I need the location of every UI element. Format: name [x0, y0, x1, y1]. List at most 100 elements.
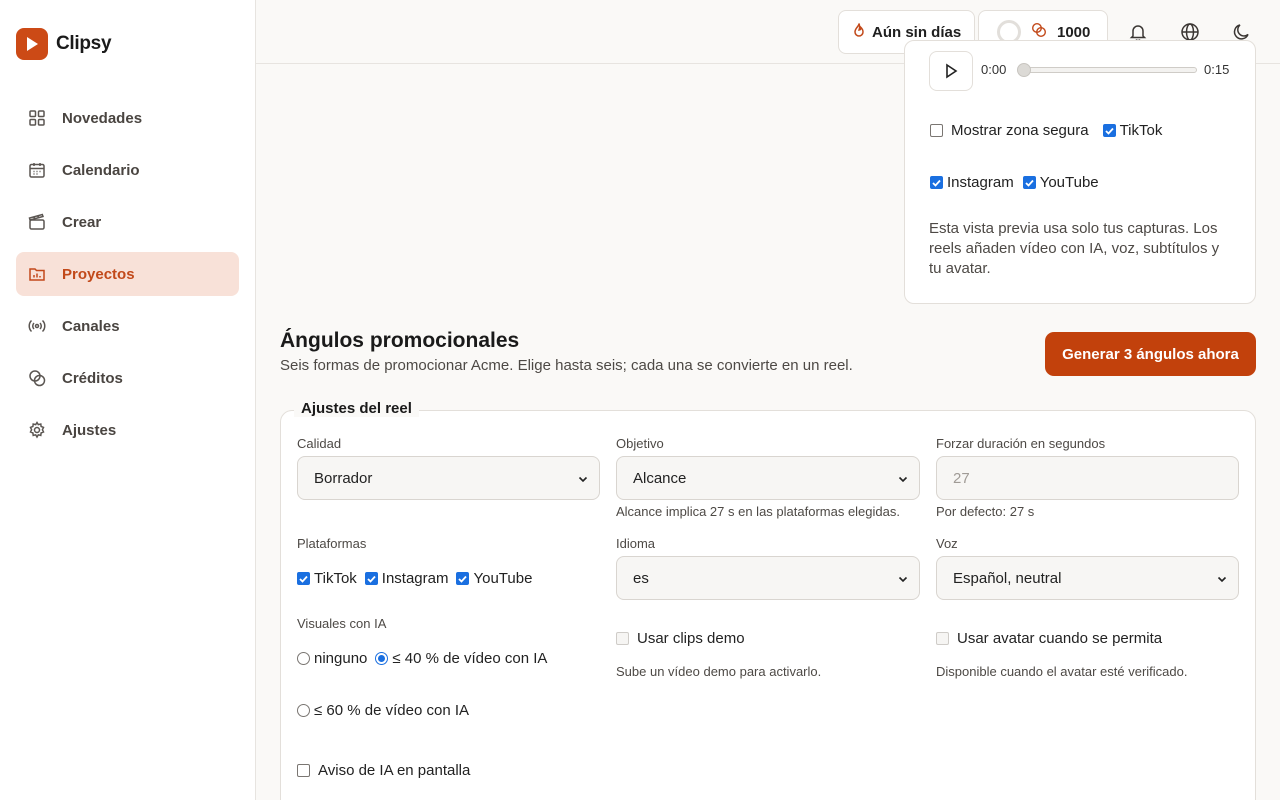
- platforms-group: TikTok Instagram YouTube: [297, 570, 540, 587]
- play-button[interactable]: [929, 51, 973, 91]
- checkbox-box[interactable]: [456, 572, 470, 585]
- platform-option-instagram[interactable]: Instagram: [364, 570, 449, 587]
- avatar-hint: Disponible cuando el avatar esté verific…: [936, 664, 1188, 679]
- ai-visuals-group-row2: ≤ 60 % de vídeo con IA: [297, 702, 477, 719]
- generate-angles-button[interactable]: Generar 3 ángulos ahora: [1045, 332, 1256, 376]
- checkbox-box[interactable]: [297, 572, 310, 585]
- preview-instagram-checkbox[interactable]: [930, 176, 943, 189]
- safe-zone-checkbox[interactable]: Mostrar zona segura TikTok: [930, 122, 1162, 139]
- time-current: 0:00: [981, 62, 1007, 77]
- chevron-down-icon: [578, 476, 588, 483]
- app-logo[interactable]: Clipsy: [16, 28, 112, 60]
- platform-option-tiktok[interactable]: TikTok: [297, 570, 357, 587]
- sidebar-item-canales[interactable]: Canales: [16, 304, 239, 348]
- voice-value: Español, neutral: [953, 569, 1062, 587]
- sidebar-item-novedades[interactable]: Novedades: [16, 96, 239, 140]
- language-label: Idioma: [616, 536, 656, 551]
- quality-value: Borrador: [314, 469, 373, 487]
- ai-notice-checkbox[interactable]: Aviso de IA en pantalla: [297, 762, 470, 779]
- duration-hint: Por defecto: 27 s: [936, 504, 1035, 519]
- sidebar-item-proyectos[interactable]: Proyectos: [16, 252, 239, 296]
- checkbox-box[interactable]: [616, 632, 629, 645]
- sidebar-item-label: Calendario: [62, 161, 140, 179]
- grid-icon: [28, 109, 46, 127]
- language-value: es: [633, 569, 649, 587]
- section-subtitle: Seis formas de promocionar Acme. Elige h…: [280, 357, 853, 374]
- ai-visuals-group: ninguno ≤ 40 % de vídeo con IA: [297, 650, 555, 667]
- coins-icon: [28, 369, 46, 387]
- preview-youtube-checkbox[interactable]: [1022, 176, 1036, 189]
- checkbox-box[interactable]: [936, 632, 949, 645]
- voice-select[interactable]: Español, neutral: [936, 556, 1239, 600]
- checkbox-label: Instagram: [381, 570, 449, 587]
- duration-input[interactable]: 27: [936, 456, 1239, 500]
- objective-hint: Alcance implica 27 s en las plataformas …: [616, 504, 900, 519]
- streak-label: Aún sin días: [872, 23, 962, 41]
- platform-option-youtube[interactable]: YouTube: [456, 570, 532, 587]
- ai-visuals-option-40[interactable]: ≤ 40 % de vídeo con IA: [375, 650, 547, 667]
- sidebar-item-label: Novedades: [62, 109, 143, 127]
- sidebar-item-crear[interactable]: Crear: [16, 200, 239, 244]
- checkbox-label: Usar clips demo: [637, 630, 745, 647]
- sidebar-item-label: Canales: [62, 317, 120, 335]
- radio-label: ninguno: [314, 650, 368, 667]
- chevron-down-icon: [898, 476, 908, 483]
- checkbox-label: TikTok: [1119, 122, 1163, 139]
- checkbox-label: Instagram: [947, 174, 1014, 191]
- voice-label: Voz: [936, 536, 958, 551]
- sidebar: Clipsy Novedades Calendario Crear Proyec…: [0, 0, 256, 800]
- play-logo-icon: [16, 28, 48, 60]
- duration-placeholder: 27: [953, 469, 970, 487]
- preview-tiktok-checkbox[interactable]: [1102, 124, 1116, 137]
- gear-icon: [28, 421, 46, 439]
- radio-circle[interactable]: [375, 652, 389, 665]
- objective-select[interactable]: Alcance: [616, 456, 920, 500]
- platforms-label: Plataformas: [297, 536, 367, 551]
- checkbox-label: Usar avatar cuando se permita: [957, 630, 1163, 647]
- language-select[interactable]: es: [616, 556, 920, 600]
- reel-settings-legend: Ajustes del reel: [294, 400, 419, 417]
- sidebar-item-label: Proyectos: [62, 265, 135, 283]
- avatar-checkbox[interactable]: Usar avatar cuando se permita: [936, 630, 1162, 647]
- app-name: Clipsy: [56, 33, 112, 54]
- folder-chart-icon: [28, 265, 46, 283]
- checkbox-label: YouTube: [473, 570, 533, 587]
- sidebar-nav: Novedades Calendario Crear Proyectos Can…: [16, 96, 239, 460]
- radio-circle[interactable]: [297, 652, 310, 665]
- seek-thumb[interactable]: [1017, 63, 1031, 77]
- time-total: 0:15: [1204, 62, 1230, 77]
- ai-visuals-option-60[interactable]: ≤ 60 % de vídeo con IA: [297, 702, 469, 719]
- radio-circle[interactable]: [297, 704, 310, 717]
- radio-label: ≤ 60 % de vídeo con IA: [314, 702, 469, 719]
- preview-card: 0:00 0:15 Mostrar zona segura TikTok Ins…: [904, 40, 1256, 304]
- demo-clips-hint: Sube un vídeo demo para activarlo.: [616, 664, 822, 679]
- preview-note: Esta vista previa usa solo tus capturas.…: [929, 220, 1220, 277]
- checkbox-label: YouTube: [1039, 174, 1099, 191]
- chevron-down-icon: [1217, 576, 1227, 583]
- checkbox-box[interactable]: [364, 572, 378, 585]
- broadcast-icon: [28, 317, 46, 335]
- quality-select[interactable]: Borrador: [297, 456, 600, 500]
- objective-label: Objetivo: [616, 436, 664, 451]
- sidebar-item-calendario[interactable]: Calendario: [16, 148, 239, 192]
- ai-visuals-option-none[interactable]: ninguno: [297, 650, 367, 667]
- demo-clips-checkbox[interactable]: Usar clips demo: [616, 630, 745, 647]
- sidebar-item-label: Créditos: [62, 369, 123, 387]
- coins-icon: [1031, 22, 1047, 42]
- seek-slider[interactable]: [1017, 63, 1197, 77]
- checkbox-box[interactable]: [297, 764, 310, 777]
- objective-value: Alcance: [633, 469, 687, 487]
- checkbox-label: Mostrar zona segura: [951, 122, 1089, 139]
- sidebar-item-label: Crear: [62, 213, 102, 231]
- sidebar-item-label: Ajustes: [62, 421, 117, 439]
- ai-visuals-label: Visuales con IA: [297, 616, 387, 631]
- quality-label: Calidad: [297, 436, 342, 451]
- duration-label: Forzar duración en segundos: [936, 436, 1106, 451]
- sidebar-item-ajustes[interactable]: Ajustes: [16, 408, 239, 452]
- checkbox-box[interactable]: [930, 124, 943, 137]
- section-title: Ángulos promocionales: [280, 329, 520, 352]
- sidebar-item-creditos[interactable]: Créditos: [16, 356, 239, 400]
- calendar-icon: [28, 161, 46, 179]
- checkbox-label: TikTok: [314, 570, 357, 587]
- checkbox-label: Aviso de IA en pantalla: [318, 762, 471, 779]
